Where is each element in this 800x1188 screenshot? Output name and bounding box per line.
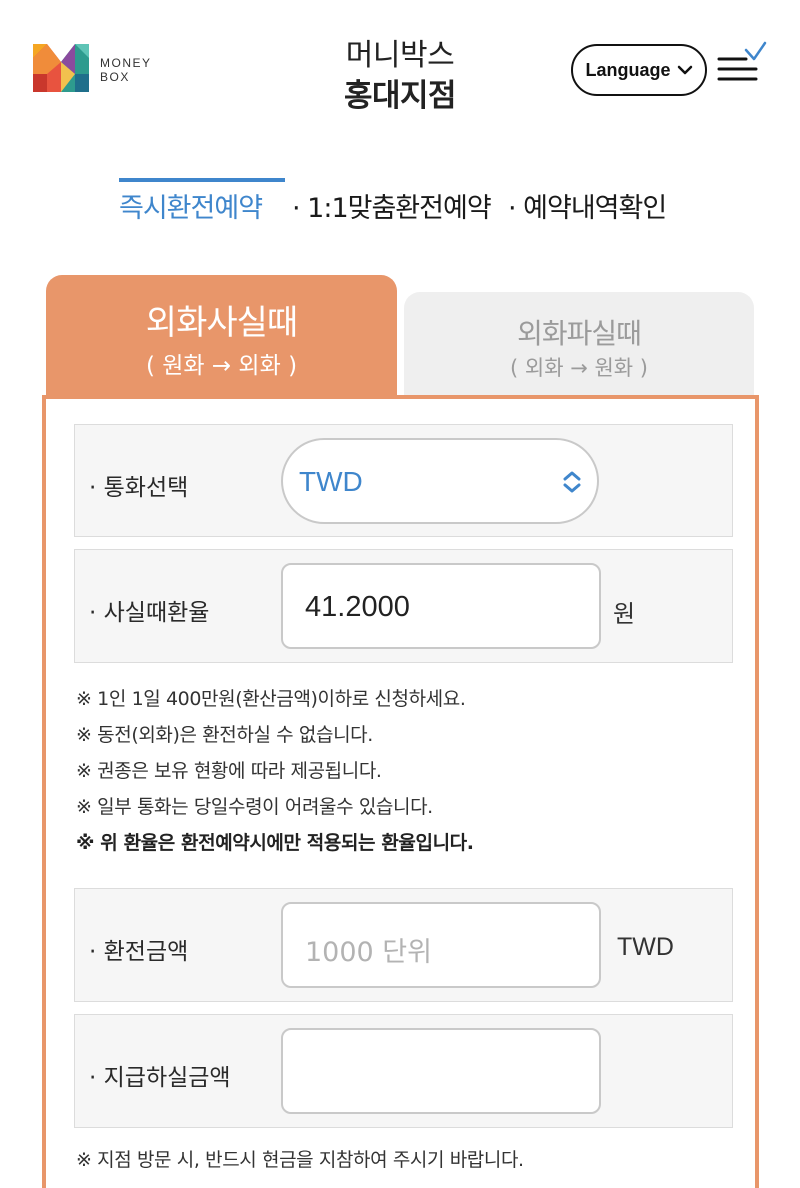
amount-row: · 환전금액 1000 단위 TWD: [74, 888, 733, 1002]
amount-placeholder: 1000 단위: [305, 937, 432, 968]
rate-row: · 사실때환율 41.2000 원: [74, 549, 733, 663]
notice-list: ※ 1인 1일 400만원(환산금액)이하로 신청하세요. ※ 동전(외화)은 …: [76, 681, 736, 861]
currency-selected-value: TWD: [299, 466, 363, 497]
amount-unit: TWD: [617, 933, 674, 961]
currency-row: · 통화선택 TWD: [74, 424, 733, 537]
nav-custom-exchange[interactable]: · 1:1맞춤환전예약: [292, 186, 492, 225]
amount-input[interactable]: 1000 단위: [281, 902, 601, 988]
language-label: Language: [585, 59, 671, 80]
tab-buy-subtitle: ( 원화 → 외화 ): [145, 353, 298, 379]
notice-coins: ※ 동전(외화)은 환전하실 수 없습니다.: [76, 724, 373, 746]
payment-amount-field[interactable]: [281, 1028, 601, 1114]
payment-row: · 지급하실금액: [74, 1014, 733, 1128]
app-header: MONEY BOX 머니박스 홍대지점 Language: [0, 0, 800, 140]
notice-bring-cash: ※ 지점 방문 시, 반드시 현금을 지참하여 주시기 바랍니다.: [76, 1149, 524, 1171]
payment-label: · 지급하실금액: [89, 1065, 231, 1091]
language-button[interactable]: Language: [571, 44, 707, 96]
tab-buy-foreign-currency[interactable]: 외화사실때 ( 원화 → 외화 ): [46, 275, 397, 399]
notice-denomination: ※ 권종은 보유 현황에 따라 제공됩니다.: [76, 760, 382, 782]
notice-daily-limit: ※ 1인 1일 400만원(환산금액)이하로 신청하세요.: [76, 688, 466, 710]
exchange-form-panel: · 통화선택 TWD · 사실때환율 41.2000 원 ※ 1인 1일 400…: [42, 395, 759, 1188]
currency-select[interactable]: TWD: [281, 438, 599, 524]
nav-instant-exchange[interactable]: 즉시환전예약: [119, 186, 263, 225]
tab-buy-title: 외화사실때: [145, 303, 298, 343]
active-tab-indicator: [119, 178, 285, 182]
notice-rate-applies: ※ 위 환율은 환전예약시에만 적용되는 환율입니다.: [76, 832, 474, 854]
rate-field[interactable]: 41.2000: [281, 563, 601, 649]
currency-label: · 통화선택: [89, 475, 189, 501]
chevron-down-icon: [677, 65, 692, 75]
sub-navigation: 즉시환전예약 · 1:1맞춤환전예약 · 예약내역확인: [0, 178, 800, 238]
rate-value: 41.2000: [305, 591, 410, 623]
nav-reservation-history[interactable]: · 예약내역확인: [508, 186, 667, 225]
rate-label: · 사실때환율: [89, 600, 210, 626]
notice-same-day: ※ 일부 통화는 당일수령이 어려울수 있습니다.: [76, 796, 433, 818]
select-updown-icon: [563, 471, 581, 493]
rate-unit: 원: [613, 600, 636, 628]
tab-sell-foreign-currency[interactable]: 외화파실때 ( 외화 → 원화 ): [404, 292, 754, 397]
tab-sell-title: 외화파실때: [517, 317, 642, 350]
tab-sell-subtitle: ( 외화 → 원화 ): [510, 356, 648, 380]
menu-icon[interactable]: [716, 40, 768, 86]
amount-label: · 환전금액: [89, 939, 189, 965]
